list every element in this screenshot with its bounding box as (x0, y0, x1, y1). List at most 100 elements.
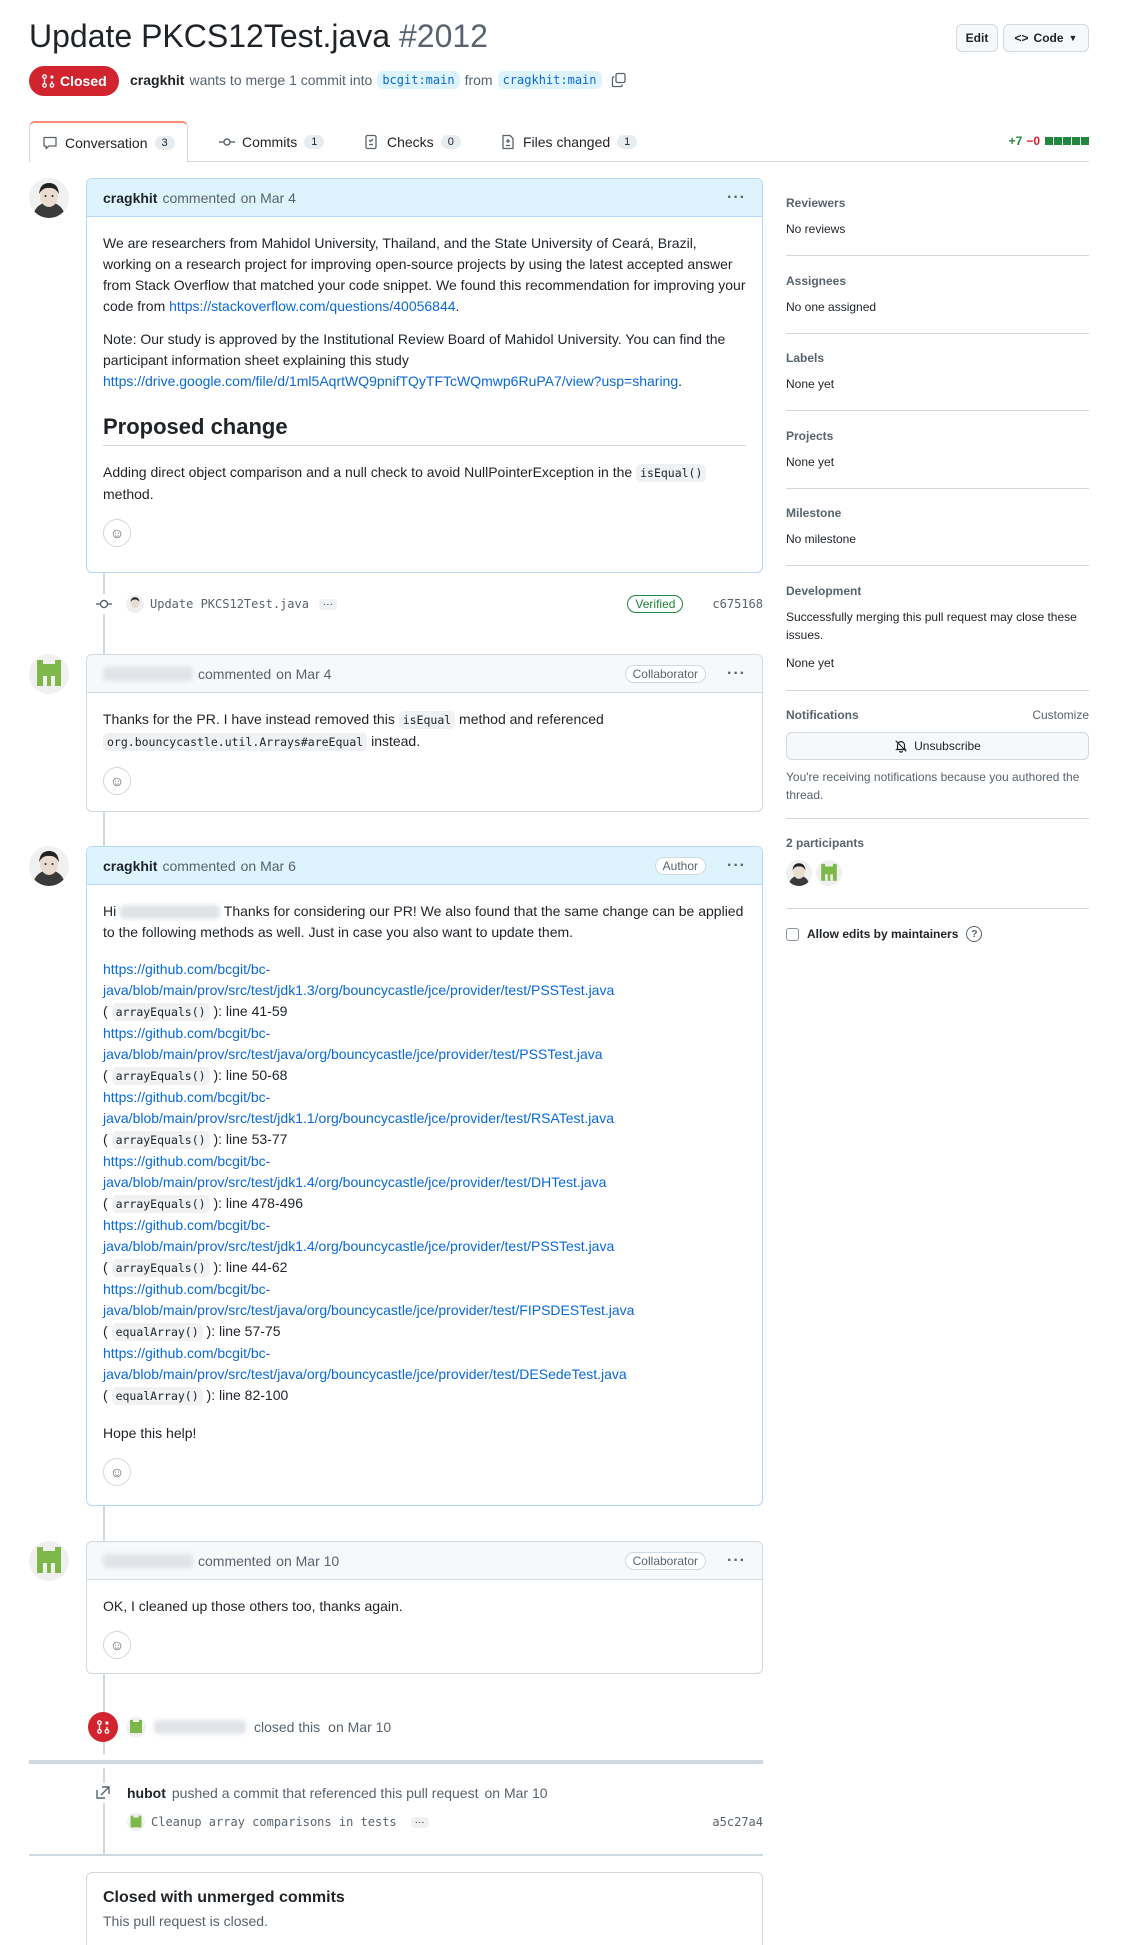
commit-sha-link[interactable]: c675168 (712, 597, 763, 611)
add-reaction-button[interactable]: ☺ (103, 1458, 131, 1486)
file-link[interactable]: https://github.com/bcgit/bc- (103, 1089, 270, 1105)
comment-author[interactable]: cragkhit (103, 858, 157, 874)
avatar[interactable] (126, 1717, 146, 1737)
avatar[interactable] (29, 846, 69, 886)
sidebar-heading[interactable]: Projects (786, 429, 1089, 443)
paren: ): (209, 1067, 226, 1083)
inline-code: isEqual (398, 711, 456, 729)
participant-avatar[interactable] (816, 860, 842, 886)
ellipsis-button[interactable]: ··· (318, 598, 337, 610)
avatar[interactable] (29, 178, 69, 218)
unsubscribe-label: Unsubscribe (914, 739, 981, 753)
file-link[interactable]: https://github.com/bcgit/bc- (103, 1281, 270, 1297)
code-icon: <> (1014, 31, 1029, 45)
add-reaction-button[interactable]: ☺ (103, 519, 131, 547)
stackoverflow-link[interactable]: https://stackoverflow.com/questions/4005… (169, 298, 455, 314)
comment-author[interactable]: cragkhit (103, 190, 157, 206)
line-range: line 82-100 (219, 1387, 289, 1403)
comment-date-link[interactable]: on Mar 10 (276, 1553, 339, 1569)
file-link[interactable]: java/blob/main/prov/src/test/java/org/bo… (103, 1302, 634, 1318)
diffstat: +7 −0 (1009, 134, 1089, 148)
closed-status-subtitle: This pull request is closed. (103, 1913, 268, 1929)
commit-author-avatar[interactable] (126, 595, 144, 613)
add-reaction-button[interactable]: ☺ (103, 767, 131, 795)
lines-added: +7 (1008, 134, 1023, 148)
file-link[interactable]: java/blob/main/prov/src/test/java/org/bo… (103, 1366, 627, 1382)
commit-sha-link[interactable]: a5c27a4 (712, 1815, 763, 1829)
sidebar-heading[interactable]: Development (786, 584, 1089, 598)
comment-date-link[interactable]: on Mar 6 (241, 858, 296, 874)
tab-commits[interactable]: Commits 1 (219, 121, 325, 162)
comment-body: Hi Thanks for considering our PR! We als… (87, 885, 762, 1502)
closed-status-box: Closed with unmerged commits This pull r… (86, 1872, 763, 1945)
unsubscribe-button[interactable]: Unsubscribe (786, 732, 1089, 760)
tab-checks[interactable]: Checks 0 (364, 121, 461, 162)
pr-title-text: Update PKCS12Test.java (29, 18, 391, 54)
avatar[interactable] (29, 1541, 69, 1581)
sidebar-heading[interactable]: Labels (786, 351, 1089, 365)
kebab-menu-icon[interactable]: ··· (727, 665, 746, 683)
question-icon[interactable]: ? (966, 926, 983, 942)
ellipsis-button[interactable]: ··· (410, 1816, 429, 1828)
kebab-menu-icon[interactable]: ··· (727, 1552, 746, 1570)
line-range: line 53-77 (225, 1131, 288, 1147)
event-date-link[interactable]: on Mar 10 (485, 1785, 548, 1801)
edit-button[interactable]: Edit (956, 24, 998, 52)
commit-message-link[interactable]: Cleanup array comparisons in tests (151, 1815, 397, 1829)
merge-text: wants to merge 1 commit into (189, 72, 373, 88)
pr-closed-icon (42, 74, 55, 88)
sidebar-value: No milestone (786, 532, 857, 546)
kebab-menu-icon[interactable]: ··· (727, 857, 746, 875)
sidebar-heading[interactable]: Assignees (786, 274, 1089, 288)
customize-link[interactable]: Customize (1032, 708, 1089, 722)
comment-card: commented on Mar 4 Collaborator ··· Than… (86, 654, 763, 812)
file-link[interactable]: java/blob/main/prov/src/test/java/org/bo… (103, 1046, 603, 1062)
paren: ): (202, 1323, 219, 1339)
pr-author-link[interactable]: cragkhit (130, 72, 184, 88)
kebab-menu-icon[interactable]: ··· (727, 189, 746, 207)
checklist-icon (365, 134, 377, 149)
base-branch[interactable]: bcgit:main (377, 71, 460, 89)
event-date-link[interactable]: on Mar 10 (328, 1719, 391, 1735)
sidebar-divider (786, 690, 1089, 691)
sidebar-heading: Notifications (786, 708, 859, 722)
event-text: pushed a commit that referenced this pul… (171, 1785, 479, 1801)
link-list: https://github.com/bcgit/bc-java/blob/ma… (103, 959, 746, 1407)
file-link[interactable]: java/blob/main/prov/src/test/jdk1.4/org/… (103, 1238, 614, 1254)
caret-down-icon: ▼ (1068, 33, 1078, 43)
comment-date-link[interactable]: on Mar 4 (241, 190, 296, 206)
paren: ( (103, 1387, 112, 1403)
file-link[interactable]: https://github.com/bcgit/bc- (103, 1153, 270, 1169)
commit-message-link[interactable]: Update PKCS12Test.java (150, 597, 309, 611)
link-item: https://github.com/bcgit/bc-java/blob/ma… (103, 1151, 746, 1215)
tab-files-changed[interactable]: Files changed 1 (500, 121, 638, 162)
bell-slash-icon (895, 740, 907, 753)
participant-avatar[interactable] (786, 860, 812, 886)
inline-code: isEqual() (636, 464, 707, 482)
tab-conversation[interactable]: Conversation 3 (29, 121, 188, 163)
comment-text: Hi (103, 903, 121, 919)
add-reaction-button[interactable]: ☺ (103, 1631, 131, 1659)
file-link[interactable]: java/blob/main/prov/src/test/jdk1.4/org/… (103, 1174, 606, 1190)
file-link[interactable]: https://github.com/bcgit/bc- (103, 1025, 270, 1041)
avatar[interactable] (29, 654, 69, 694)
allow-edits-checkbox[interactable] (786, 927, 799, 941)
line-range: line 57-75 (219, 1323, 281, 1339)
file-link[interactable]: https://github.com/bcgit/bc- (103, 1345, 270, 1361)
sidebar-heading[interactable]: Milestone (786, 506, 1089, 520)
head-branch[interactable]: cragkhit:main (497, 71, 602, 89)
drive-link[interactable]: https://drive.google.com/file/d/1ml5Aqrt… (103, 373, 678, 389)
commit-author-avatar[interactable] (127, 1813, 145, 1831)
file-link[interactable]: java/blob/main/prov/src/test/jdk1.1/org/… (103, 1110, 614, 1126)
paren: ( (103, 1003, 112, 1019)
event-actor[interactable]: hubot (127, 1785, 166, 1801)
verified-badge[interactable]: Verified (627, 595, 684, 613)
copy-icon[interactable] (611, 72, 627, 88)
file-link[interactable]: java/blob/main/prov/src/test/jdk1.3/org/… (103, 982, 614, 998)
code-button[interactable]: <> Code ▼ (1003, 24, 1089, 52)
file-link[interactable]: https://github.com/bcgit/bc- (103, 1217, 270, 1233)
sidebar-labels: Labels None yet (786, 351, 1089, 393)
file-link[interactable]: https://github.com/bcgit/bc- (103, 961, 270, 977)
comment-date-link[interactable]: on Mar 4 (276, 666, 331, 682)
sidebar-heading[interactable]: Reviewers (786, 196, 1089, 210)
